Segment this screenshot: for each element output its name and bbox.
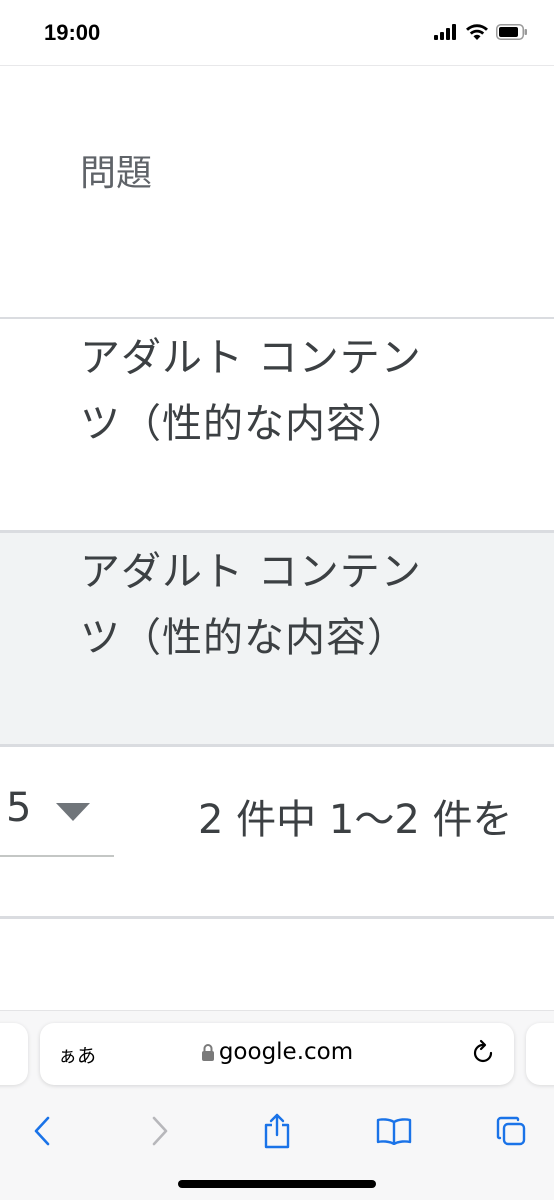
rows-per-page-select[interactable]: 5 (0, 785, 114, 857)
tabs-icon (496, 1116, 526, 1146)
previous-tab-preview[interactable] (0, 1023, 28, 1085)
table-cell-issue: アダルト コンテンツ（性的な内容） (80, 335, 422, 447)
table-cell-issue: アダルト コンテンツ（性的な内容） (80, 549, 422, 661)
home-indicator[interactable] (178, 1180, 376, 1188)
lock-icon (201, 1044, 214, 1061)
pagination-range-text: 2 件中 1〜2 件を (198, 797, 513, 843)
battery-icon (496, 24, 527, 40)
reload-icon[interactable] (470, 1039, 496, 1067)
cellular-signal-icon (434, 24, 456, 40)
book-icon (376, 1118, 412, 1145)
status-time: 19:00 (44, 20, 101, 45)
browser-toolbar (0, 1101, 554, 1161)
rows-per-page-value: 5 (6, 785, 32, 831)
table-row[interactable]: アダルト コンテンツ（性的な内容） (0, 533, 554, 747)
back-chevron-icon (34, 1116, 50, 1146)
table-header-row: 問題 (0, 66, 554, 319)
dropdown-caret-icon (56, 803, 90, 821)
bookmarks-button[interactable] (372, 1109, 416, 1153)
url-text: google.com (218, 1039, 354, 1065)
browser-bottom-bar: ぁあ google.com (0, 1010, 554, 1200)
status-bar: 19:00 (0, 0, 554, 66)
pagination-row: 5 2 件中 1〜2 件を (0, 747, 554, 919)
tabs-button[interactable] (489, 1109, 533, 1153)
wifi-icon (466, 24, 488, 40)
column-header-issue: 問題 (80, 153, 153, 194)
forward-button[interactable] (138, 1109, 182, 1153)
url-display[interactable]: google.com (40, 1039, 514, 1065)
table-row[interactable]: アダルト コンテンツ（性的な内容） (0, 319, 554, 533)
status-icons (434, 24, 528, 40)
back-button[interactable] (20, 1109, 64, 1153)
screen: 19:00 問題 アダルト コンテンツ（性的な内容） アダルト コンテンツ（性的… (0, 0, 554, 1200)
forward-chevron-icon (152, 1116, 168, 1146)
share-icon (264, 1113, 290, 1149)
address-bar[interactable]: ぁあ google.com (40, 1023, 514, 1085)
next-tab-preview[interactable] (526, 1023, 554, 1085)
share-button[interactable] (255, 1109, 299, 1153)
report-table: 問題 アダルト コンテンツ（性的な内容） アダルト コンテンツ（性的な内容） 5… (0, 66, 554, 919)
